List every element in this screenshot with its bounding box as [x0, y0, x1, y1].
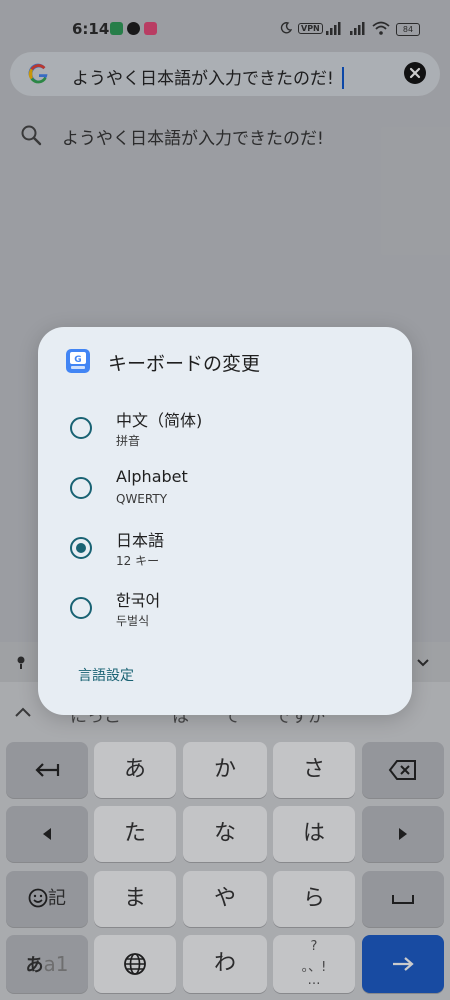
option-korean-sub: 두벌식 — [116, 614, 150, 628]
option-korean-label: 한국어 — [116, 591, 161, 610]
radio-alphabet[interactable] — [70, 477, 92, 499]
option-alphabet-label: Alphabet — [116, 467, 188, 486]
radio-chinese[interactable] — [70, 417, 92, 439]
option-japanese-label: 日本語 — [116, 531, 165, 550]
gboard-g-icon: G — [70, 352, 86, 369]
radio-japanese-selected[interactable] — [70, 537, 92, 559]
language-settings-link[interactable]: 言語設定 — [78, 665, 134, 685]
option-alphabet[interactable]: Alphabet QWERTY — [38, 465, 412, 521]
svg-text:G: G — [74, 355, 81, 365]
option-japanese-sub: 12 キー — [116, 554, 160, 568]
option-japanese[interactable]: 日本語 12 キー — [38, 525, 412, 581]
option-korean[interactable]: 한국어 두벌식 — [38, 585, 412, 641]
keyboard-switch-dialog: G キーボードの変更 中文（简体) 拼音 Alphabet QWERTY 日本語… — [38, 327, 412, 715]
option-alphabet-sub: QWERTY — [116, 492, 168, 506]
option-chinese[interactable]: 中文（简体) 拼音 — [38, 405, 412, 461]
dialog-title: キーボードの変更 — [108, 353, 261, 375]
option-chinese-sub: 拼音 — [116, 434, 141, 448]
radio-korean[interactable] — [70, 597, 92, 619]
gboard-app-icon: G — [66, 349, 90, 373]
option-chinese-label: 中文（简体) — [116, 411, 203, 430]
